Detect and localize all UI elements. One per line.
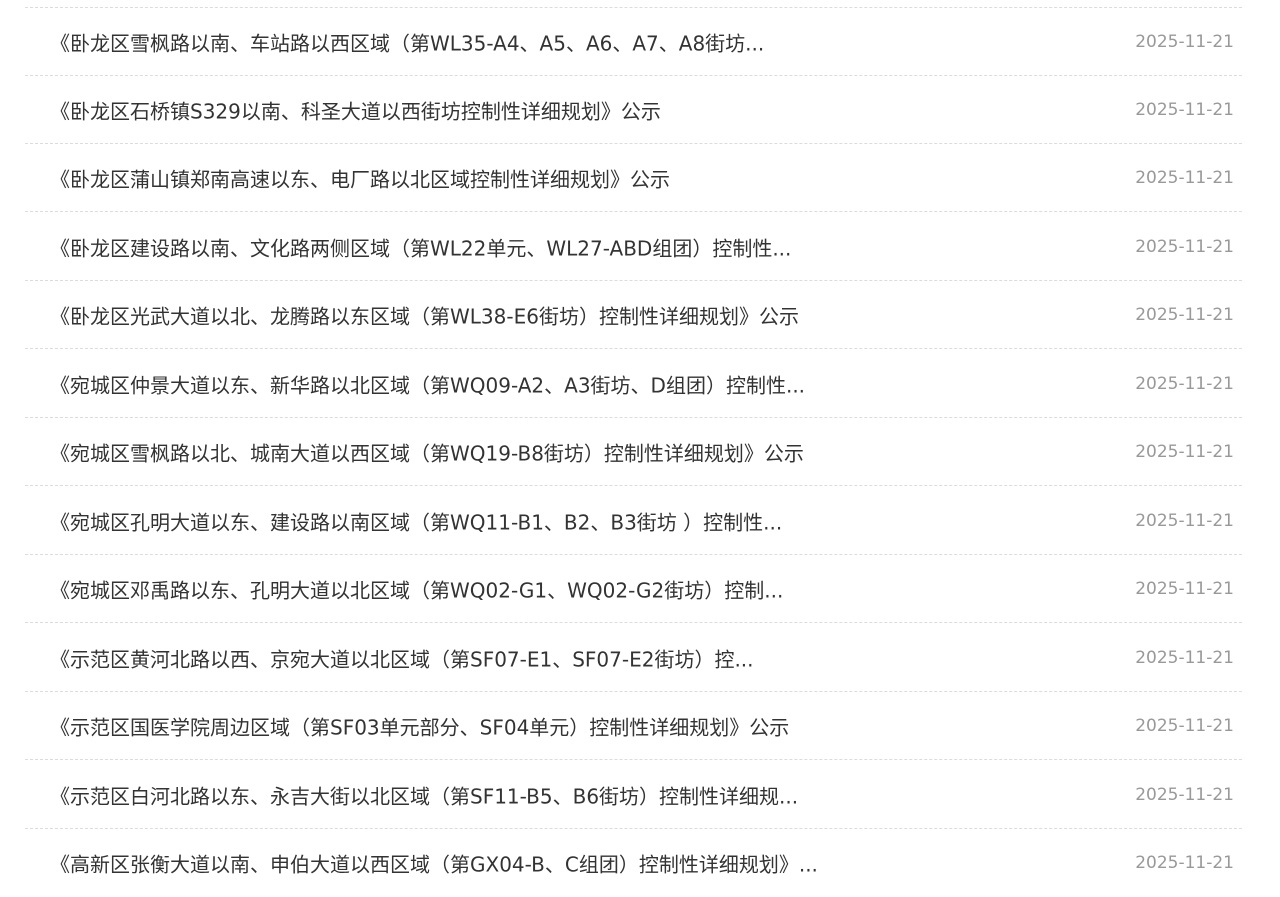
- list-item-date: 2025-11-21: [1135, 784, 1234, 805]
- list-item[interactable]: 《宛城区雪枫路以北、城南大道以西区域（第WQ19-B8街坊）控制性详细规划》公示…: [25, 418, 1242, 486]
- list-item-title[interactable]: 《示范区国医学院周边区域（第SF03单元部分、SF04单元）控制性详细规划》公示: [50, 711, 789, 740]
- list-item-date: 2025-11-21: [1135, 373, 1234, 394]
- list-item-date: 2025-11-21: [1135, 99, 1234, 120]
- list-item-date: 2025-11-21: [1135, 236, 1234, 257]
- list-item-title[interactable]: 《示范区白河北路以东、永吉大街以北区域（第SF11-B5、B6街坊）控制性详细规…: [50, 780, 798, 809]
- list-item[interactable]: 《宛城区仲景大道以东、新华路以北区域（第WQ09-A2、A3街坊、D组团）控制性…: [25, 350, 1242, 418]
- list-item-date: 2025-11-21: [1135, 167, 1234, 188]
- list-item-date: 2025-11-21: [1135, 441, 1234, 462]
- list-item[interactable]: 《宛城区孔明大道以东、建设路以南区域（第WQ11-B1、B2、B3街坊 ）控制性…: [25, 487, 1242, 555]
- notice-list: 《卧龙区雪枫路以南、车站路以西区域（第WL35-A4、A5、A6、A7、A8街坊…: [25, 0, 1242, 893]
- list-item-date: 2025-11-21: [1135, 647, 1234, 668]
- list-item-title[interactable]: 《卧龙区建设路以南、文化路两侧区域（第WL22单元、WL27-ABD组团）控制性…: [50, 232, 791, 261]
- list-item-title[interactable]: 《示范区黄河北路以西、京宛大道以北区域（第SF07-E1、SF07-E2街坊）控…: [50, 643, 754, 672]
- list-item-date: 2025-11-21: [1135, 304, 1234, 325]
- list-item-title[interactable]: 《卧龙区石桥镇S329以南、科圣大道以西街坊控制性详细规划》公示: [50, 95, 661, 124]
- list-item-title[interactable]: 《宛城区仲景大道以东、新华路以北区域（第WQ09-A2、A3街坊、D组团）控制性…: [50, 369, 805, 398]
- list-item[interactable]: 《示范区国医学院周边区域（第SF03单元部分、SF04单元）控制性详细规划》公示…: [25, 692, 1242, 760]
- list-item-title[interactable]: 《高新区张衡大道以南、申伯大道以西区域（第GX04-B、C组团）控制性详细规划》…: [50, 849, 818, 878]
- list-item[interactable]: 《示范区白河北路以东、永吉大街以北区域（第SF11-B5、B6街坊）控制性详细规…: [25, 761, 1242, 829]
- list-item-date: 2025-11-21: [1135, 510, 1234, 531]
- list-item-date: 2025-11-21: [1135, 715, 1234, 736]
- list-item-date: 2025-11-21: [1135, 578, 1234, 599]
- list-item[interactable]: 《卧龙区雪枫路以南、车站路以西区域（第WL35-A4、A5、A6、A7、A8街坊…: [25, 8, 1242, 76]
- list-item[interactable]: 《宛城区邓禹路以东、孔明大道以北区域（第WQ02-G1、WQ02-G2街坊）控制…: [25, 555, 1242, 623]
- list-item-title[interactable]: 《宛城区邓禹路以东、孔明大道以北区域（第WQ02-G1、WQ02-G2街坊）控制…: [50, 574, 783, 603]
- list-item[interactable]: 《卧龙区光武大道以北、龙腾路以东区域（第WL38-E6街坊）控制性详细规划》公示…: [25, 281, 1242, 349]
- list-item-date: 2025-11-21: [1135, 853, 1234, 873]
- list-item[interactable]: 《卧龙区建设路以南、文化路两侧区域（第WL22单元、WL27-ABD组团）控制性…: [25, 213, 1242, 281]
- list-item-title[interactable]: 《宛城区孔明大道以东、建设路以南区域（第WQ11-B1、B2、B3街坊 ）控制性…: [50, 506, 782, 535]
- list-item-title[interactable]: 《卧龙区光武大道以北、龙腾路以东区域（第WL38-E6街坊）控制性详细规划》公示: [50, 300, 799, 329]
- list-item[interactable]: 《卧龙区石桥镇S329以南、科圣大道以西街坊控制性详细规划》公示 2025-11…: [25, 76, 1242, 144]
- list-item-title[interactable]: 《卧龙区蒲山镇郑南高速以东、电厂路以北区域控制性详细规划》公示: [50, 163, 670, 192]
- list-item-title[interactable]: 《宛城区雪枫路以北、城南大道以西区域（第WQ19-B8街坊）控制性详细规划》公示: [50, 437, 804, 466]
- list-item[interactable]: 《高新区张衡大道以南、申伯大道以西区域（第GX04-B、C组团）控制性详细规划》…: [25, 829, 1242, 897]
- list-item[interactable]: 《卧龙区蒲山镇郑南高速以东、电厂路以北区域控制性详细规划》公示 2025-11-…: [25, 144, 1242, 212]
- list-item[interactable]: 《示范区黄河北路以西、京宛大道以北区域（第SF07-E1、SF07-E2街坊）控…: [25, 624, 1242, 692]
- list-item-date: 2025-11-21: [1135, 31, 1234, 52]
- list-item-title[interactable]: 《卧龙区雪枫路以南、车站路以西区域（第WL35-A4、A5、A6、A7、A8街坊…: [50, 27, 764, 56]
